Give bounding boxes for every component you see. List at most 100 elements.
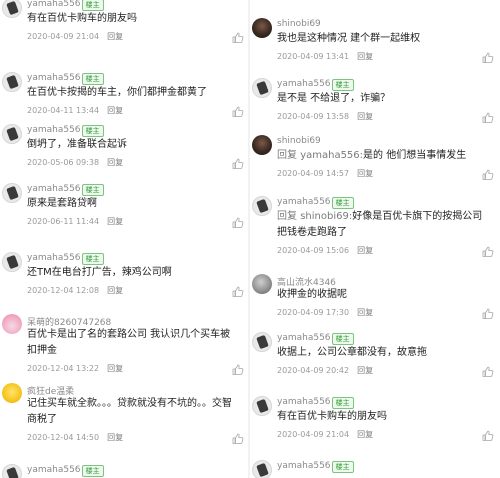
reply-button[interactable]: 回复 [357,52,373,61]
thumb-up-icon[interactable] [232,155,244,169]
avatar[interactable] [2,464,22,478]
comment-column-left: yamaha556 楼主 有在百优卡购车的朋友吗 2020-04-09 21:04 回复… [0,0,250,478]
reply-button[interactable]: 回复 [357,430,373,439]
thumb-up-icon[interactable] [232,283,244,297]
commenter-name[interactable]: shinobi69 [277,19,321,29]
comment-meta: 2020-04-09 21:04 回复 [277,429,373,440]
thumb-up-icon[interactable] [232,29,244,43]
reply-button[interactable]: 回复 [107,364,123,373]
commenter-name[interactable]: shinobi69 [277,136,321,146]
thumb-up-icon[interactable] [232,430,244,444]
timestamp: 2020-04-09 13:58 [277,112,350,121]
comment-text: 收据上，公司公章都没有，故意拖 [277,345,492,361]
commenter-name[interactable]: yamaha556 [27,184,81,194]
reply-button[interactable]: 回复 [107,433,123,442]
comment-text: 原来是套路贷啊 [27,196,239,212]
avatar[interactable] [2,124,22,144]
comment-meta: 2020-12-04 13:22 回复 [27,363,123,374]
timestamp: 2020-04-09 17:30 [277,308,350,317]
commenter-name[interactable]: yamaha556 [277,461,331,471]
avatar[interactable] [2,383,22,403]
reply-button[interactable]: 回复 [357,366,373,375]
comment-body: 收据上，公司公章都没有，故意拖 [277,347,427,358]
comment-meta: 2020-04-09 13:41 回复 [277,51,373,62]
comment-body: 有在百优卡购车的朋友吗 [27,13,137,24]
timestamp: 2020-04-11 13:44 [27,106,100,115]
commenter-name[interactable]: yamaha556 [277,397,331,407]
timestamp: 2020-12-04 14:50 [27,433,100,442]
comment-body: 收押金的收据呢 [277,289,347,300]
avatar[interactable] [252,460,272,478]
comment-text: 有在百优卡购车的朋友吗 [27,11,239,27]
avatar[interactable] [2,72,22,92]
reply-button[interactable]: 回复 [107,32,123,41]
avatar[interactable] [252,18,272,38]
timestamp: 2020-04-09 14:57 [277,169,350,178]
reply-button[interactable]: 回复 [107,217,123,226]
commenter-name[interactable]: yamaha556 [27,253,81,263]
comment-body: 是不是 不给退了，诈骗？ [277,93,391,104]
reply-button[interactable]: 回复 [357,308,373,317]
thumb-up-icon[interactable] [232,361,244,375]
avatar[interactable] [252,135,272,155]
thumb-up-icon[interactable] [232,103,244,117]
thumb-up-icon[interactable] [482,427,494,441]
comment-text: 我也是这种情况 建个群一起维权 [277,31,492,47]
avatar[interactable] [2,0,22,18]
avatar[interactable] [252,78,272,98]
comment-text: 记住买车就全款。。。贷款就没有不坑的。。交智商税了 [27,396,239,428]
comment-body: 百优卡是出了名的套路公司 我认识几个买车被扣押金 [27,329,231,356]
thumb-up-icon[interactable] [482,363,494,377]
comment-body: 有在百优卡购车的朋友吗 [277,411,387,422]
commenter-name[interactable]: yamaha556 [27,0,81,9]
avatar[interactable] [252,396,272,416]
commenter-name[interactable]: yamaha556 [277,333,331,343]
op-badge: 楼主 [331,333,354,345]
thumb-up-icon[interactable] [482,49,494,63]
comment-text: 回复 yamaha556:是的 他们想当事情发生 [277,148,492,164]
timestamp: 2020-06-11 11:44 [27,217,100,226]
op-badge: 楼主 [331,197,354,209]
comment-body: 原来是套路贷啊 [27,198,97,209]
reply-button[interactable]: 回复 [357,112,373,121]
comment-text: 百优卡是出了名的套路公司 我认识几个买车被扣押金 [27,327,239,359]
reply-button[interactable]: 回复 [107,158,123,167]
reply-button[interactable]: 回复 [107,286,123,295]
thumb-up-icon[interactable] [482,109,494,123]
commenter-name[interactable]: yamaha556 [27,73,81,83]
comment-body: 在百优卡按揭的车主，你们都押金都黄了 [27,87,207,98]
thumb-up-icon[interactable] [232,214,244,228]
commenter-name[interactable]: yamaha556 [27,125,81,135]
comment-meta: 2020-04-09 14:57 回复 [277,168,373,179]
op-badge: 楼主 [81,73,104,85]
commenter-name[interactable]: yamaha556 [27,465,81,475]
mention-link[interactable]: yamaha556: [300,150,363,161]
avatar[interactable] [2,252,22,272]
commenter-name[interactable]: yamaha556 [277,79,331,89]
op-badge: 楼主 [81,125,104,137]
op-badge: 楼主 [331,79,354,91]
thumb-up-icon[interactable] [482,166,494,180]
comment-text: 在百优卡按揭的车主，你们都押金都黄了 [27,85,239,101]
thumb-up-icon[interactable] [482,305,494,319]
avatar[interactable] [252,196,272,216]
avatar[interactable] [2,183,22,203]
mention-link[interactable]: shinobi69: [300,211,352,222]
thumb-up-icon[interactable] [482,243,494,257]
reply-button[interactable]: 回复 [357,169,373,178]
comment-body: 还TM在电台打广告，辣鸡公司啊 [27,267,172,278]
op-badge: 楼主 [81,253,104,265]
commenter-name[interactable]: yamaha556 [277,197,331,207]
op-badge: 楼主 [81,184,104,196]
op-badge: 楼主 [81,0,104,11]
timestamp: 2020-04-09 20:42 [277,366,350,375]
comment-meta: 2020-04-09 13:58 回复 [277,111,373,122]
comment-meta: 2020-04-09 15:06 回复 [277,245,373,256]
reply-button[interactable]: 回复 [107,106,123,115]
avatar[interactable] [2,314,22,334]
reply-prefix: 回复 [277,150,301,161]
avatar[interactable] [252,332,272,352]
reply-button[interactable]: 回复 [357,246,373,255]
comment-text: 还TM在电台打广告，辣鸡公司啊 [27,265,239,281]
avatar[interactable] [252,274,272,294]
